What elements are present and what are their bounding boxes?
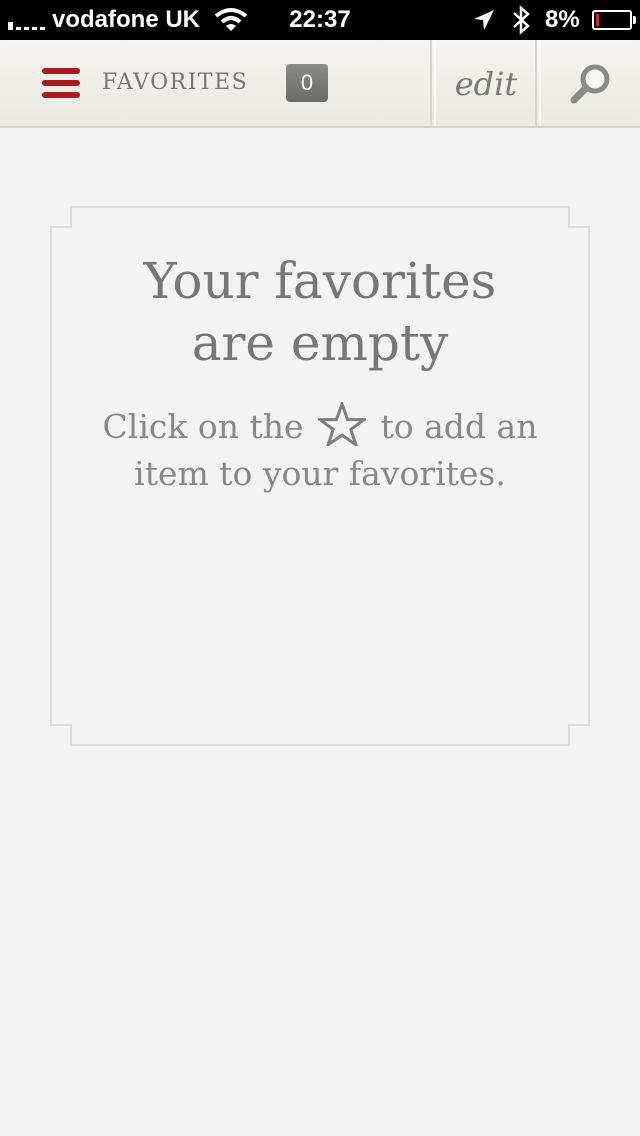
status-bar: vodafone UK 22:37 8%: [0, 0, 640, 40]
battery-percentage: 8%: [545, 6, 580, 33]
location-arrow-icon: [472, 8, 496, 39]
empty-state-title: Your favorites are empty: [50, 250, 590, 374]
empty-state-title-line: are empty: [191, 314, 449, 372]
battery-fill: [596, 14, 599, 26]
star-outline-icon: [318, 402, 366, 446]
empty-state-title-line: Your favorites: [143, 252, 497, 310]
instruction-text: to add an: [380, 407, 538, 446]
bluetooth-icon: [510, 5, 532, 42]
instruction-text: Click on the: [102, 407, 304, 446]
page-title: FAVORITES: [102, 70, 249, 95]
empty-state-instructions: Click on the to add an item to your favo…: [50, 402, 590, 497]
nav-divider: [430, 40, 436, 126]
navigation-bar: FAVORITES 0 edit: [0, 40, 640, 128]
battery-icon: [592, 10, 636, 30]
instruction-text: item to your favorites.: [134, 454, 506, 493]
hamburger-menu-icon[interactable]: [42, 68, 80, 100]
search-button[interactable]: [541, 40, 640, 126]
empty-favorites-card: Your favorites are empty Click on the to…: [50, 206, 590, 746]
edit-button[interactable]: edit: [437, 40, 535, 126]
favorites-count-badge: 0: [286, 64, 328, 102]
magnifier-icon: [570, 64, 610, 104]
clock: 22:37: [289, 6, 351, 33]
